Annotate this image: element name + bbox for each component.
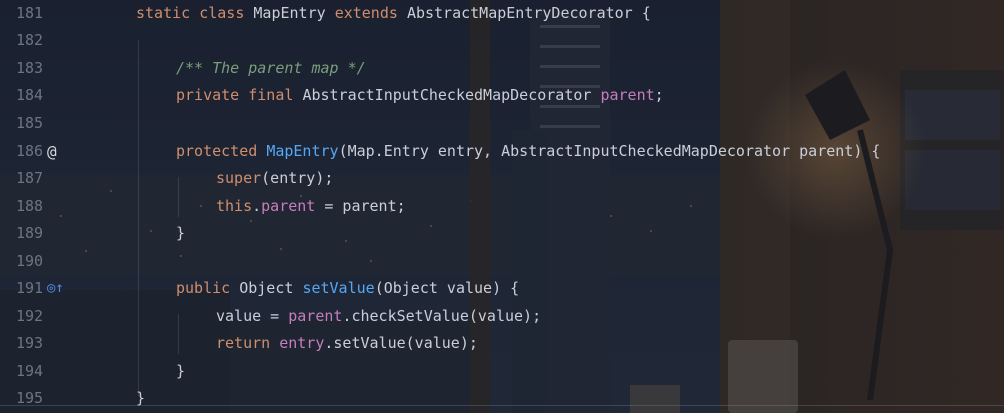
parameter-list: (Object value) { [374, 279, 520, 297]
keyword: super [216, 169, 262, 187]
code-line-192[interactable]: value = parent.checkSetValue(value); [216, 303, 541, 330]
code-line-195[interactable]: } [136, 385, 145, 412]
keyword: protected [176, 142, 258, 160]
brace: { [641, 4, 651, 22]
class-name: MapEntry [253, 4, 326, 22]
assignment-target: value = [216, 307, 289, 325]
field-name: parent [600, 86, 655, 104]
editor-bottom-edge [0, 405, 1004, 406]
code-line-191[interactable]: public Object setValue(Object value) { [176, 275, 519, 302]
keyword: class [199, 4, 245, 22]
brace: } [176, 362, 186, 380]
field-name: entry [279, 334, 325, 352]
keyword: final [248, 86, 294, 104]
keyword: extends [334, 4, 398, 22]
assignment: = parent; [315, 197, 406, 215]
code-line-193[interactable]: return entry.setValue(value); [216, 330, 478, 357]
code-line-189[interactable]: } [176, 220, 185, 247]
dot: . [252, 197, 262, 215]
method-call: .setValue(value); [324, 334, 478, 352]
call-args: (entry); [261, 169, 334, 187]
field-name: parent [261, 197, 316, 215]
doc-comment: /** The parent map */ [176, 59, 366, 77]
keyword: this [216, 197, 253, 215]
constructor-name: MapEntry [266, 142, 339, 160]
type-name: Object [239, 279, 294, 297]
keyword: public [176, 279, 231, 297]
field-name: parent [288, 307, 343, 325]
method-name: setValue [302, 279, 375, 297]
parameter-list: (Map.Entry entry, AbstractInputCheckedMa… [338, 142, 881, 160]
code-line-194[interactable]: } [176, 358, 185, 385]
keyword: static [136, 4, 191, 22]
code-area[interactable]: static class MapEntry extends AbstractMa… [0, 0, 1004, 413]
code-line-186[interactable]: protected MapEntry(Map.Entry entry, Abst… [176, 138, 880, 165]
type-name: AbstractInputCheckedMapDecorator [302, 86, 592, 104]
base-class-name: AbstractMapEntryDecorator [406, 4, 633, 22]
semicolon: ; [654, 86, 664, 104]
code-line-181[interactable]: static class MapEntry extends AbstractMa… [136, 0, 651, 27]
code-editor[interactable]: 181 182 183 184 185 186 187 188 189 190 … [0, 0, 1004, 413]
code-line-183[interactable]: /** The parent map */ [176, 55, 366, 82]
brace: } [176, 224, 186, 242]
code-line-187[interactable]: super(entry); [216, 165, 333, 192]
method-call: .checkSetValue(value); [342, 307, 542, 325]
code-line-188[interactable]: this.parent = parent; [216, 193, 406, 220]
keyword: return [216, 334, 271, 352]
keyword: private [176, 86, 240, 104]
code-line-184[interactable]: private final AbstractInputCheckedMapDec… [176, 82, 664, 109]
